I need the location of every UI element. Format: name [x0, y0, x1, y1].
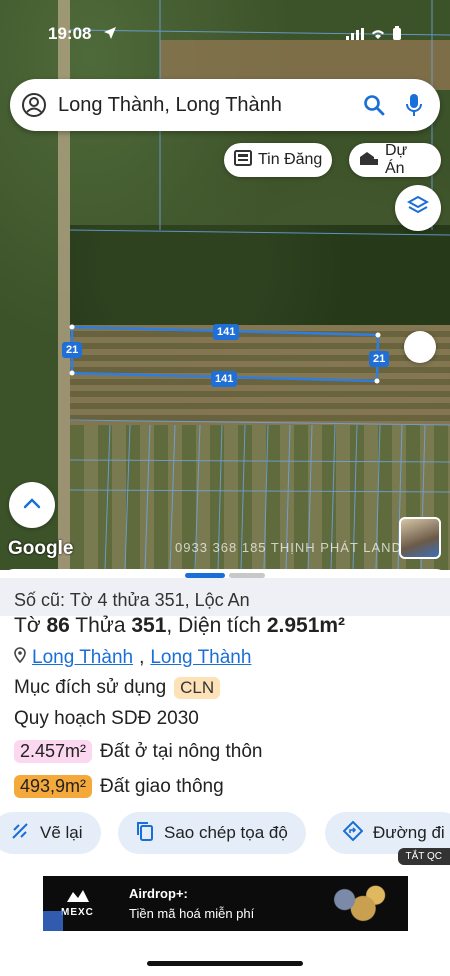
- old-parcel-reference: Số cũ: Tờ 4 thửa 351, Lộc An: [0, 578, 450, 616]
- wifi-icon: [370, 27, 386, 43]
- account-icon[interactable]: [10, 92, 58, 118]
- signal-icon: [346, 27, 364, 43]
- land-use-label: Mục đích sử dụng: [14, 677, 167, 698]
- zone-row: 493,9m² Đất giao thông: [14, 775, 224, 798]
- map-view[interactable]: 141 141 21 21 19:08 Long Thành, Long Thà…: [0, 0, 450, 570]
- directions-icon: [342, 820, 364, 846]
- zone-row: 2.457m² Đất ở tại nông thôn: [14, 740, 263, 763]
- land-use-badge: CLN: [174, 677, 221, 699]
- lot-label: Thửa: [75, 614, 126, 637]
- zone-label: Đất giao thông: [100, 775, 224, 797]
- search-input[interactable]: Long Thành, Long Thành: [58, 94, 354, 117]
- home-indicator: [147, 961, 303, 966]
- search-icon[interactable]: [354, 94, 394, 116]
- parcel-title: Tờ 86 Thửa 351, Diện tích 2.951m²: [14, 614, 346, 637]
- commune-link[interactable]: Long Thành: [150, 647, 251, 669]
- parcel-info-sheet[interactable]: Số cũ: Tờ 4 thửa 351, Lộc An Tờ 86 Thửa …: [0, 569, 450, 976]
- avatar[interactable]: [399, 517, 441, 559]
- location-row: Long Thành, Long Thành: [14, 647, 251, 669]
- zone-area: 2.457m²: [14, 740, 93, 763]
- redraw-label: Vẽ lại: [40, 823, 83, 842]
- watermark: 0933 368 185 THỊNH PHÁT LAND: [175, 540, 402, 555]
- google-logo: Google: [8, 538, 74, 559]
- ad-banner[interactable]: MEXC Airdrop+: Tiền mã hoá miễn phí: [43, 876, 408, 931]
- zone-label: Đất ở tại nông thôn: [100, 740, 263, 762]
- listings-label: Tin Đăng: [258, 151, 323, 168]
- ad-title: Airdrop+:: [129, 886, 188, 901]
- ad-text: Tiền mã hoá miễn phí: [129, 906, 255, 921]
- zone-area: 493,9m²: [14, 775, 93, 798]
- location-pin-icon: [14, 647, 26, 669]
- listings-chip[interactable]: Tin Đăng: [224, 143, 333, 177]
- projects-chip[interactable]: Dự Án: [349, 142, 441, 177]
- coins-image: [326, 882, 388, 926]
- status-time: 19:08: [48, 24, 92, 43]
- copy-coordinates-label: Sao chép tọa độ: [164, 823, 288, 842]
- sheet-label: Tờ: [14, 614, 41, 637]
- copy-icon: [136, 821, 154, 846]
- lot-number: 351: [131, 614, 167, 637]
- expand-button[interactable]: [9, 482, 55, 528]
- building-icon: [359, 150, 379, 171]
- close-ad-button[interactable]: TẮT QC: [397, 848, 450, 865]
- search-bar[interactable]: Long Thành, Long Thành: [10, 79, 440, 131]
- layers-icon: [406, 195, 430, 222]
- ad-choices-icon[interactable]: [43, 911, 63, 931]
- plot-dimension-label: 141: [213, 324, 240, 340]
- redraw-icon: [10, 821, 30, 846]
- mexc-logo: [67, 889, 89, 907]
- copy-coordinates-button[interactable]: Sao chép tọa độ: [118, 812, 306, 854]
- location-arrow-icon: [103, 26, 117, 45]
- plot-dimension-label: 21: [369, 351, 390, 367]
- sheet-number: 86: [46, 614, 70, 637]
- microphone-icon[interactable]: [394, 93, 434, 117]
- layers-button[interactable]: [395, 185, 441, 231]
- action-row: Vẽ lại Sao chép tọa độ Đường đi: [0, 812, 450, 854]
- plot-dimension-label: 141: [211, 371, 238, 387]
- battery-icon: [392, 26, 402, 43]
- district-link[interactable]: Long Thành: [32, 647, 133, 669]
- land-use-row: Mục đích sử dụng CLN: [14, 677, 221, 699]
- parcel-area: 2.951m²: [266, 614, 346, 637]
- projects-label: Dự Án: [385, 142, 408, 177]
- chevron-up-icon: [23, 496, 41, 514]
- directions-label: Đường đi: [373, 823, 445, 842]
- newspaper-icon: [234, 149, 252, 171]
- status-bar: 19:08: [0, 20, 450, 48]
- plan-title: Quy hoạch SDĐ 2030: [14, 708, 199, 729]
- area-label: Diện tích: [178, 614, 261, 637]
- plot-dimension-label: 21: [62, 342, 83, 358]
- redraw-button[interactable]: Vẽ lại: [0, 812, 101, 854]
- ad-brand: MEXC: [61, 907, 94, 918]
- map-marker-dot[interactable]: [404, 331, 436, 363]
